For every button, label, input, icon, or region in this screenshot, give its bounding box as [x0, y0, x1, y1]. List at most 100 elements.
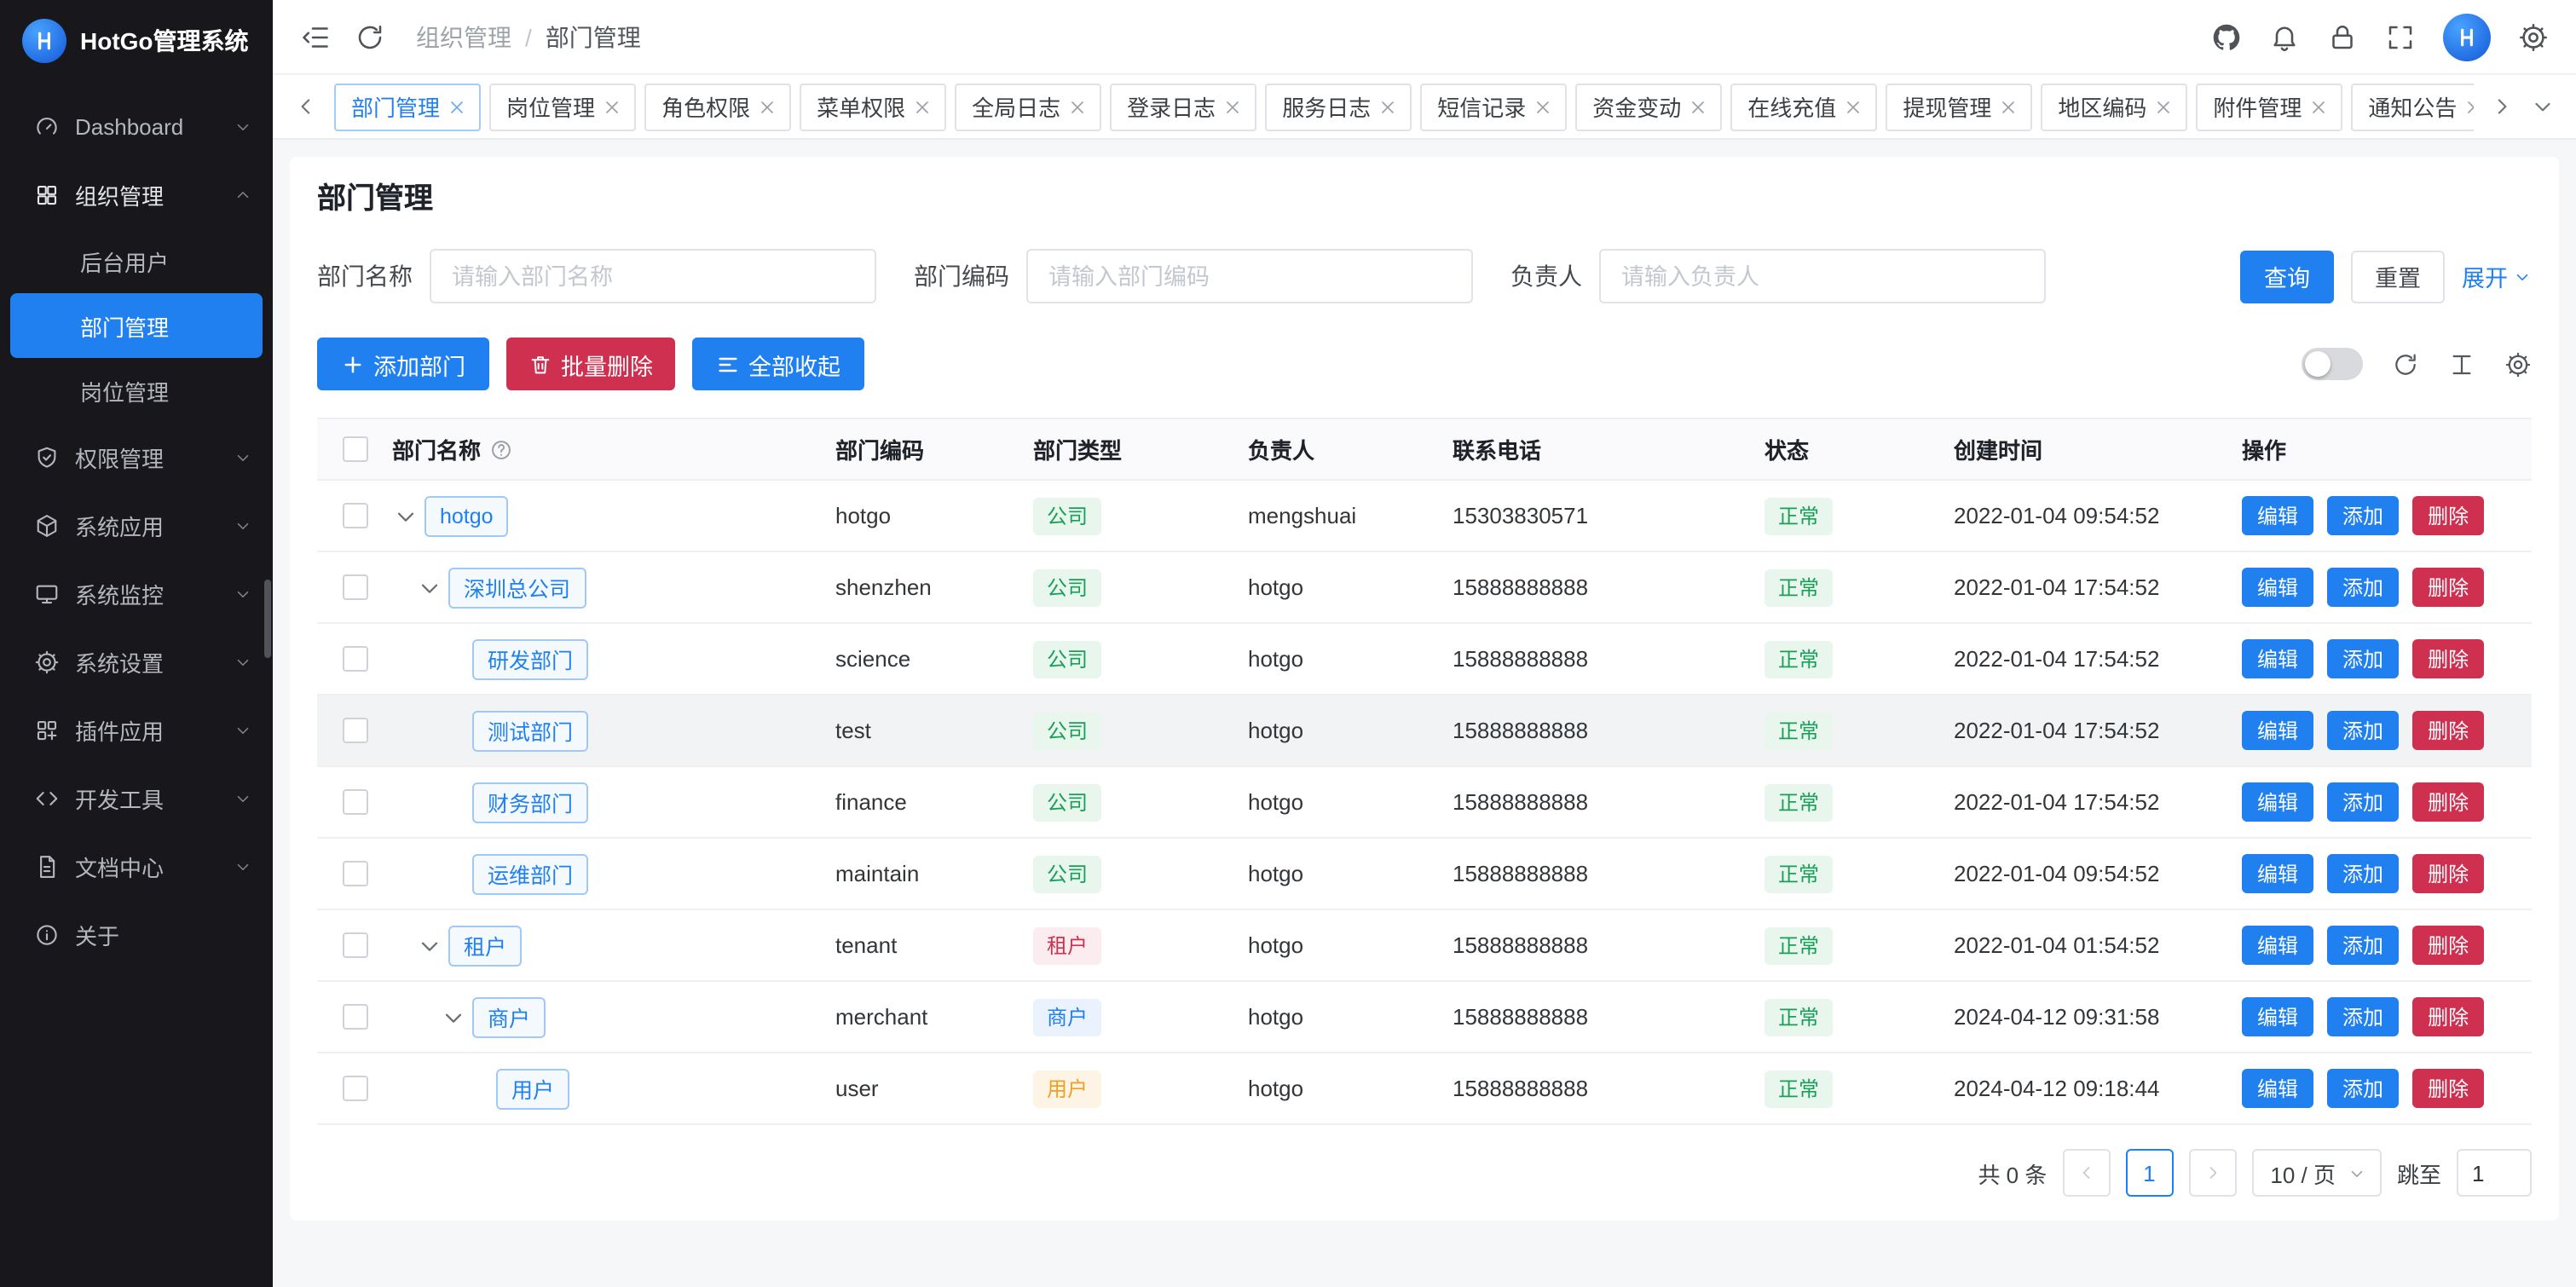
goto-page-input[interactable]: [2457, 1149, 2532, 1197]
table-refresh-icon[interactable]: [2392, 350, 2419, 378]
tree-expand-icon[interactable]: [392, 502, 419, 529]
close-icon[interactable]: [1688, 96, 1708, 117]
row-edit-button[interactable]: 编辑: [2242, 568, 2313, 607]
row-checkbox[interactable]: [342, 932, 367, 958]
row-edit-button[interactable]: 编辑: [2242, 496, 2313, 535]
row-edit-button[interactable]: 编辑: [2242, 782, 2313, 822]
row-add-button[interactable]: 添加: [2327, 782, 2399, 822]
sidebar-item-8[interactable]: 文档中心: [0, 832, 273, 900]
department-name-tag[interactable]: 测试部门: [472, 710, 588, 751]
help-icon[interactable]: [489, 437, 513, 461]
row-edit-button[interactable]: 编辑: [2242, 711, 2313, 750]
row-add-button[interactable]: 添加: [2327, 496, 2399, 535]
row-checkbox[interactable]: [342, 574, 367, 600]
tab-item-1[interactable]: 岗位管理: [489, 83, 636, 130]
row-delete-button[interactable]: 删除: [2412, 926, 2484, 965]
row-checkbox[interactable]: [342, 1004, 367, 1030]
close-icon[interactable]: [2463, 96, 2474, 117]
close-icon[interactable]: [2308, 96, 2329, 117]
tree-expand-icon[interactable]: [440, 1003, 467, 1030]
sidebar-collapse-icon[interactable]: [300, 21, 331, 52]
department-name-tag[interactable]: 租户: [448, 925, 522, 966]
row-checkbox[interactable]: [342, 646, 367, 672]
close-icon[interactable]: [1533, 96, 1553, 117]
row-add-button[interactable]: 添加: [2327, 926, 2399, 965]
sidebar-item-1[interactable]: 组织管理: [0, 160, 273, 228]
reset-button[interactable]: 重置: [2351, 250, 2445, 303]
row-edit-button[interactable]: 编辑: [2242, 926, 2313, 965]
row-delete-button[interactable]: 删除: [2412, 568, 2484, 607]
sidebar-item-4[interactable]: 系统监控: [0, 559, 273, 627]
department-name-tag[interactable]: 研发部门: [472, 638, 588, 679]
row-checkbox[interactable]: [342, 789, 367, 815]
select-all-checkbox[interactable]: [342, 436, 367, 462]
close-icon[interactable]: [912, 96, 933, 117]
row-edit-button[interactable]: 编辑: [2242, 997, 2313, 1036]
sidebar-item-2[interactable]: 权限管理: [0, 423, 273, 491]
tab-item-2[interactable]: 角色权限: [644, 83, 791, 130]
row-delete-button[interactable]: 删除: [2412, 496, 2484, 535]
collapse-all-button[interactable]: 全部收起: [692, 338, 864, 390]
tabs-scroll-right-button[interactable]: [2489, 94, 2515, 119]
settings-gear-icon[interactable]: [2518, 21, 2549, 52]
sidebar-item-6[interactable]: 插件应用: [0, 695, 273, 764]
pagination-prev-button[interactable]: [2062, 1149, 2110, 1197]
department-name-tag[interactable]: 深圳总公司: [448, 567, 586, 608]
close-icon[interactable]: [602, 96, 622, 117]
dept-name-input[interactable]: [430, 249, 876, 303]
tab-item-6[interactable]: 服务日志: [1265, 83, 1412, 130]
tab-item-9[interactable]: 在线充值: [1730, 83, 1877, 130]
row-add-button[interactable]: 添加: [2327, 854, 2399, 893]
sidebar-subitem-1-1[interactable]: 部门管理: [10, 293, 263, 358]
department-name-tag[interactable]: 运维部门: [472, 853, 588, 894]
department-name-tag[interactable]: 用户: [496, 1068, 569, 1109]
sidebar-subitem-1-0[interactable]: 后台用户: [10, 228, 263, 293]
department-name-tag[interactable]: hotgo: [425, 495, 509, 536]
department-name-tag[interactable]: 财务部门: [472, 782, 588, 822]
row-delete-button[interactable]: 删除: [2412, 639, 2484, 678]
tab-item-8[interactable]: 资金变动: [1575, 83, 1722, 130]
table-toggle-switch[interactable]: [2302, 348, 2363, 380]
row-add-button[interactable]: 添加: [2327, 568, 2399, 607]
tree-expand-icon[interactable]: [416, 932, 443, 959]
tab-item-10[interactable]: 提现管理: [1886, 83, 2032, 130]
pagination-next-button[interactable]: [2188, 1149, 2236, 1197]
sidebar-item-9[interactable]: 关于: [0, 900, 273, 968]
close-icon[interactable]: [757, 96, 777, 117]
table-density-icon[interactable]: [2448, 350, 2475, 378]
row-edit-button[interactable]: 编辑: [2242, 1069, 2313, 1108]
owner-input[interactable]: [1599, 249, 2046, 303]
close-icon[interactable]: [1067, 96, 1088, 117]
sidebar-subitem-1-2[interactable]: 岗位管理: [10, 358, 263, 423]
row-edit-button[interactable]: 编辑: [2242, 639, 2313, 678]
breadcrumb-current[interactable]: 部门管理: [546, 20, 641, 54]
tree-expand-icon[interactable]: [416, 574, 443, 601]
row-delete-button[interactable]: 删除: [2412, 854, 2484, 893]
row-delete-button[interactable]: 删除: [2412, 711, 2484, 750]
add-department-button[interactable]: 添加部门: [317, 338, 489, 390]
row-add-button[interactable]: 添加: [2327, 1069, 2399, 1108]
github-icon[interactable]: [2211, 21, 2242, 52]
expand-toggle[interactable]: 展开: [2462, 259, 2532, 293]
tab-item-11[interactable]: 地区编码: [2041, 83, 2187, 130]
fullscreen-icon[interactable]: [2385, 21, 2416, 52]
batch-delete-button[interactable]: 批量删除: [506, 338, 675, 390]
tab-item-5[interactable]: 登录日志: [1110, 83, 1256, 130]
close-icon[interactable]: [2153, 96, 2174, 117]
tabs-scroll-left-button[interactable]: [293, 94, 319, 119]
row-delete-button[interactable]: 删除: [2412, 997, 2484, 1036]
close-icon[interactable]: [1378, 96, 1398, 117]
row-checkbox[interactable]: [342, 861, 367, 886]
screen-lock-icon[interactable]: [2327, 21, 2358, 52]
row-edit-button[interactable]: 编辑: [2242, 854, 2313, 893]
tab-item-3[interactable]: 菜单权限: [800, 83, 946, 130]
page-size-select[interactable]: 10 / 页: [2251, 1149, 2382, 1197]
tab-item-13[interactable]: 通知公告: [2351, 83, 2474, 130]
sidebar-item-3[interactable]: 系统应用: [0, 491, 273, 559]
row-checkbox[interactable]: [342, 1076, 367, 1101]
close-icon[interactable]: [447, 96, 467, 117]
sidebar-scrollbar[interactable]: [264, 580, 271, 658]
page-refresh-icon[interactable]: [355, 21, 385, 52]
row-add-button[interactable]: 添加: [2327, 997, 2399, 1036]
tab-item-4[interactable]: 全局日志: [955, 83, 1101, 130]
